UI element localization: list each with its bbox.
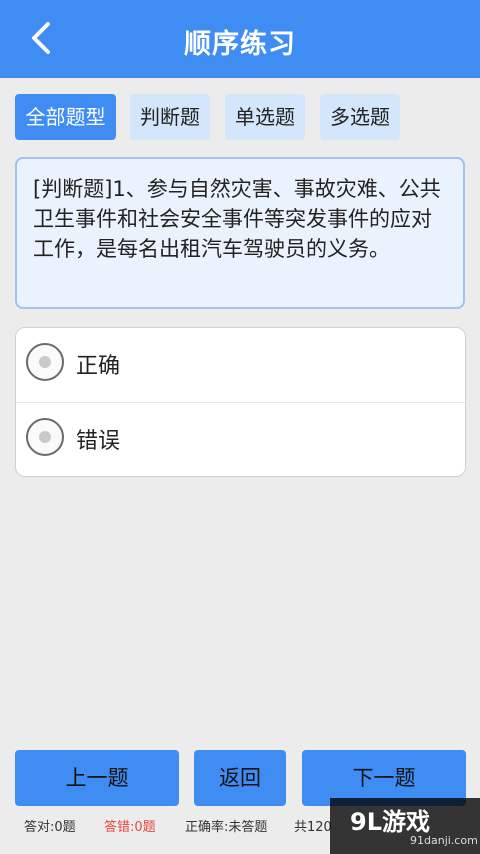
back-button[interactable]: 返回 bbox=[194, 750, 286, 806]
option-correct[interactable]: 正确 bbox=[16, 328, 465, 403]
option-wrong[interactable]: 错误 bbox=[16, 403, 465, 477]
radio-button[interactable] bbox=[26, 343, 64, 381]
page-title: 顺序练习 bbox=[184, 29, 296, 60]
radio-button[interactable] bbox=[26, 418, 64, 456]
tab-true-false[interactable]: 判断题 bbox=[130, 94, 210, 140]
option-label: 错误 bbox=[76, 429, 121, 454]
radio-dot bbox=[39, 356, 51, 368]
watermark-url: 91danji.com bbox=[410, 834, 478, 847]
tab-multiple-choice[interactable]: 多选题 bbox=[320, 94, 400, 140]
answer-options: 正确 错误 bbox=[15, 327, 466, 477]
total-count: 共120 bbox=[294, 820, 332, 835]
tab-single-choice[interactable]: 单选题 bbox=[225, 94, 305, 140]
accuracy-rate: 正确率:未答题 bbox=[185, 820, 268, 835]
watermark-logo: 9L游戏 bbox=[350, 808, 430, 836]
correct-count: 答对:0题 bbox=[24, 820, 76, 835]
wrong-count: 答错:0题 bbox=[104, 820, 156, 835]
top-bar: 顺序练习 bbox=[0, 0, 480, 78]
option-label: 正确 bbox=[76, 354, 121, 379]
watermark: 9L游戏 91danji.com bbox=[330, 798, 480, 854]
radio-dot bbox=[39, 431, 51, 443]
previous-question-button[interactable]: 上一题 bbox=[15, 750, 179, 806]
tab-all-types[interactable]: 全部题型 bbox=[15, 94, 116, 140]
question-text: [判断题]1、参与自然灾害、事故灾难、公共卫生事件和社会安全事件等突发事件的应对… bbox=[15, 157, 465, 309]
